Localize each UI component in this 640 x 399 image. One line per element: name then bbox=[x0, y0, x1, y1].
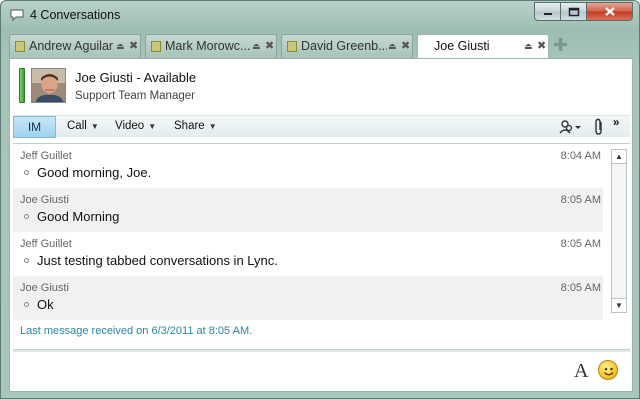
close-window-button[interactable] bbox=[587, 2, 633, 21]
last-message-status: Last message received on 6/3/2011 at 8:0… bbox=[20, 325, 253, 337]
contact-photo-icon bbox=[32, 69, 65, 102]
maximize-button[interactable] bbox=[561, 2, 587, 21]
message-time: 8:04 AM bbox=[560, 150, 601, 162]
tab-andrew-aguilar[interactable]: Andrew Aguilar ⏏ ✖ bbox=[9, 34, 141, 58]
people-options-icon bbox=[559, 120, 581, 134]
message-time: 8:05 AM bbox=[560, 282, 601, 294]
eject-icon[interactable]: ⏏ bbox=[388, 41, 397, 52]
bullet-icon bbox=[24, 214, 29, 220]
message-text: Just testing tabbed conversations in Lyn… bbox=[37, 253, 278, 268]
maximize-icon bbox=[568, 7, 579, 16]
paperclip-icon bbox=[595, 118, 602, 135]
eject-icon[interactable]: ⏏ bbox=[252, 41, 261, 52]
im-button[interactable]: IM bbox=[13, 116, 56, 138]
emoticon-button[interactable] bbox=[598, 360, 618, 380]
bullet-icon bbox=[24, 302, 29, 308]
message-item: Joe Giusti 8:05 AM Ok bbox=[13, 276, 603, 320]
message-text: Good Morning bbox=[37, 209, 120, 224]
chevron-down-icon: ▼ bbox=[90, 122, 99, 131]
message-sender: Joe Giusti bbox=[20, 282, 69, 294]
chevron-down-icon: ▼ bbox=[148, 122, 157, 131]
caption-buttons bbox=[534, 2, 633, 21]
more-options-button[interactable]: » bbox=[613, 117, 619, 129]
people-options-button[interactable] bbox=[558, 118, 582, 138]
contact-name: Joe Giusti - Available bbox=[75, 70, 197, 85]
tab-label: Mark Morowc... bbox=[165, 39, 251, 53]
presence-square-icon bbox=[15, 41, 25, 52]
video-button[interactable]: Video ▼ bbox=[115, 120, 156, 132]
conversation-history: Jeff Guillet 8:04 AM Good morning, Joe. … bbox=[13, 143, 630, 350]
message-time: 8:05 AM bbox=[560, 238, 601, 250]
font-button[interactable]: A bbox=[574, 360, 588, 383]
tab-mark-morowc[interactable]: Mark Morowc... ⏏ ✖ bbox=[145, 34, 277, 58]
message-sender: Jeff Guillet bbox=[20, 238, 72, 250]
attach-button[interactable] bbox=[592, 118, 606, 139]
presence-square-icon bbox=[151, 41, 161, 52]
tab-label: Joe Giusti bbox=[434, 39, 490, 53]
message-text: Ok bbox=[37, 297, 54, 312]
message-item: Jeff Guillet 8:04 AM Good morning, Joe. bbox=[13, 144, 603, 188]
presence-square-icon bbox=[287, 41, 297, 52]
close-tab-icon[interactable]: ✖ bbox=[401, 39, 410, 52]
conversation-panel: Joe Giusti - Available Support Team Mana… bbox=[9, 58, 633, 392]
presence-indicator bbox=[19, 68, 25, 103]
tab-joe-giusti[interactable]: Joe Giusti ⏏ ✖ bbox=[417, 34, 549, 59]
close-icon bbox=[604, 7, 615, 16]
chat-bubble-icon bbox=[10, 9, 24, 21]
contact-title: Support Team Manager bbox=[75, 90, 195, 102]
call-label: Call bbox=[67, 120, 87, 132]
window-title: 4 Conversations bbox=[30, 8, 121, 22]
eject-icon[interactable]: ⏏ bbox=[116, 41, 125, 52]
scroll-up-icon[interactable]: ▲ bbox=[612, 150, 626, 164]
video-label: Video bbox=[115, 120, 145, 132]
minimize-button[interactable] bbox=[534, 2, 561, 21]
close-tab-icon[interactable]: ✖ bbox=[265, 39, 274, 52]
scroll-down-icon[interactable]: ▼ bbox=[612, 298, 626, 312]
eject-icon[interactable]: ⏏ bbox=[524, 41, 533, 52]
message-sender: Joe Giusti bbox=[20, 194, 69, 206]
bullet-icon bbox=[24, 170, 29, 176]
contact-header: Joe Giusti - Available Support Team Mana… bbox=[12, 61, 630, 111]
bullet-icon bbox=[24, 258, 29, 264]
tab-label: Andrew Aguilar bbox=[29, 39, 114, 53]
share-label: Share bbox=[174, 120, 205, 132]
title-bar[interactable]: 4 Conversations bbox=[1, 1, 639, 31]
close-tab-icon[interactable]: ✖ bbox=[129, 39, 138, 52]
message-list: Jeff Guillet 8:04 AM Good morning, Joe. … bbox=[13, 144, 603, 349]
message-sender: Jeff Guillet bbox=[20, 150, 72, 162]
call-button[interactable]: Call ▼ bbox=[67, 120, 99, 132]
message-time: 8:05 AM bbox=[560, 194, 601, 206]
smiley-icon bbox=[604, 367, 614, 376]
message-item: Jeff Guillet 8:05 AM Just testing tabbed… bbox=[13, 232, 603, 276]
close-tab-icon[interactable]: ✖ bbox=[537, 39, 546, 52]
share-button[interactable]: Share ▼ bbox=[174, 120, 217, 132]
scrollbar[interactable]: ▲ ▼ bbox=[611, 149, 627, 313]
conversation-window: 4 Conversations Andrew Aguilar ⏏ ✖ Mark … bbox=[0, 0, 640, 399]
tab-david-greenb[interactable]: David Greenb... ⏏ ✖ bbox=[281, 34, 413, 58]
message-text: Good morning, Joe. bbox=[37, 165, 152, 180]
minimize-icon bbox=[543, 12, 552, 15]
message-input[interactable]: A bbox=[13, 350, 630, 389]
tab-label: David Greenb... bbox=[301, 39, 387, 53]
avatar[interactable] bbox=[31, 68, 66, 103]
conversation-toolbar: IM Call ▼ Video ▼ Share ▼ » bbox=[13, 115, 630, 139]
add-tab-icon[interactable]: ✚ bbox=[553, 36, 569, 54]
chevron-down-icon: ▼ bbox=[208, 122, 217, 131]
message-item: Joe Giusti 8:05 AM Good Morning bbox=[13, 188, 603, 232]
conversation-tabs: Andrew Aguilar ⏏ ✖ Mark Morowc... ⏏ ✖ Da… bbox=[9, 34, 633, 59]
